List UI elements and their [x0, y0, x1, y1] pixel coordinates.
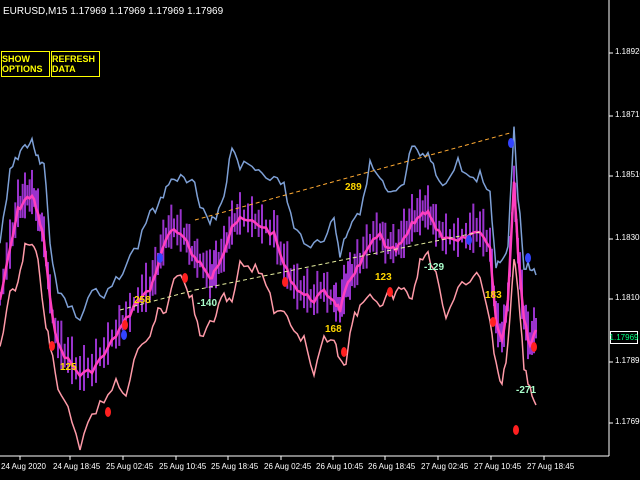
price-label: 1.18510 — [615, 170, 640, 179]
time-label: 27 Aug 10:45 — [474, 462, 522, 471]
time-label: 26 Aug 18:45 — [368, 462, 416, 471]
lower-band-line — [0, 242, 537, 451]
price-label: 1.17895 — [615, 356, 640, 365]
refresh-data-button[interactable]: REFRESH DATA — [51, 51, 100, 77]
sell-marker — [341, 347, 347, 357]
show-options-button[interactable]: SHOW OPTIONS — [1, 51, 50, 77]
wave-label: 258 — [134, 295, 151, 306]
sell-marker — [122, 320, 128, 330]
price-label: 1.18305 — [615, 233, 640, 242]
price-label: 1.18100 — [615, 293, 640, 302]
time-label: 26 Aug 10:45 — [316, 462, 364, 471]
buy-marker — [525, 253, 531, 263]
sell-marker — [531, 342, 537, 352]
zigzag-segment — [194, 132, 511, 221]
upper-band-line — [0, 126, 537, 322]
candles — [0, 165, 537, 391]
time-label: 24 Aug 18:45 — [53, 462, 101, 471]
chart-window[interactable]: 125 258 -140 289 168 123 -129 183 -271 EURUSD,M1… — [0, 0, 640, 480]
zigzag-lines — [119, 132, 511, 311]
wave-label: -129 — [424, 262, 444, 273]
wave-label: 289 — [345, 182, 362, 193]
price-label: 1.17690 — [615, 417, 640, 426]
sell-marker — [105, 407, 111, 417]
wave-label: -140 — [197, 298, 217, 309]
wave-label: 168 — [325, 324, 342, 335]
buy-marker — [466, 235, 472, 245]
price-ticks — [609, 52, 613, 424]
sell-marker — [282, 277, 288, 287]
time-label: 25 Aug 10:45 — [159, 462, 207, 471]
time-label: 24 Aug 2020 — [1, 462, 46, 471]
buy-marker — [157, 253, 163, 263]
time-label: 25 Aug 18:45 — [211, 462, 259, 471]
price-label: 1.18715 — [615, 110, 640, 119]
price-label: 1.18920 — [615, 47, 640, 56]
time-label: 27 Aug 02:45 — [421, 462, 469, 471]
time-label: 25 Aug 02:45 — [106, 462, 154, 471]
time-label: 27 Aug 18:45 — [527, 462, 575, 471]
wave-label: 183 — [485, 290, 502, 301]
main-indicator-line — [0, 181, 538, 378]
time-label: 26 Aug 02:45 — [264, 462, 312, 471]
sell-marker — [49, 341, 55, 351]
sell-marker — [387, 287, 393, 297]
wave-label: 123 — [375, 272, 392, 283]
sell-marker — [182, 273, 188, 283]
wave-label: -271 — [516, 385, 536, 396]
sell-marker — [490, 317, 496, 327]
buy-marker — [121, 330, 127, 340]
sell-marker — [513, 425, 519, 435]
symbol-info: EURUSD,M15 1.17969 1.17969 1.17969 1.179… — [3, 6, 224, 17]
buy-marker — [508, 138, 514, 148]
time-ticks — [19, 456, 545, 460]
wave-label: 125 — [60, 362, 77, 373]
current-price-badge: 1.17969 — [609, 331, 639, 344]
